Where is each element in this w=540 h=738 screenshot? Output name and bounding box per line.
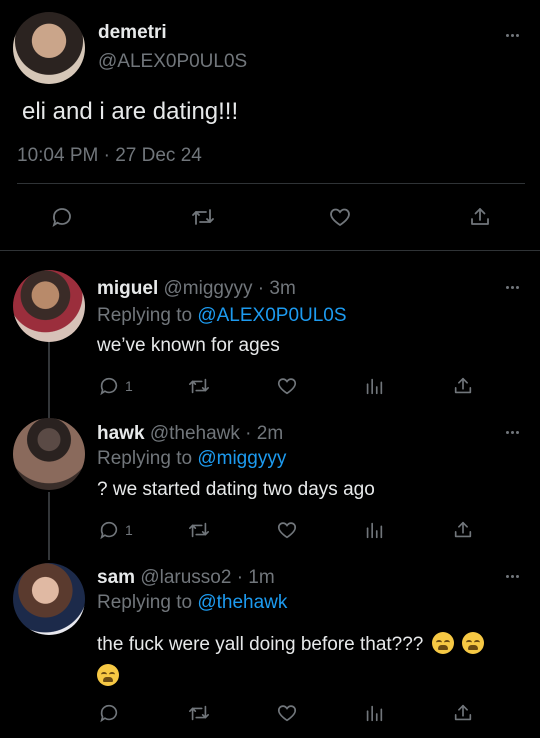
views-icon[interactable] [359,371,389,401]
reply-icon[interactable] [47,202,77,232]
share-icon[interactable] [448,698,478,728]
author-handle[interactable]: @thehawk [150,423,240,444]
replying-to: Replying to @thehawk [97,592,287,614]
reply-text: the fuck were yall doing before that??? [97,634,424,655]
reply-header: sam @larusso2 · 1m [97,567,275,589]
author-name[interactable]: hawk [97,423,145,444]
reply-text: we’ve known for ages [97,335,280,356]
avatar[interactable] [13,270,85,342]
reply-header: hawk @thehawk · 2m [97,423,283,445]
retweet-icon[interactable] [184,515,214,545]
share-icon[interactable] [448,515,478,545]
replying-to-handle[interactable]: @miggyyy [197,448,286,469]
replying-to-handle[interactable]: @ALEX0P0UL0S [197,305,346,326]
author-name[interactable]: demetri [98,22,167,44]
loudly-crying-face-emoji [97,664,119,686]
replying-to-label: Replying to [97,305,193,326]
thread-line [48,492,50,560]
replying-to-handle[interactable]: @thehawk [197,592,287,613]
reply-icon[interactable] [94,698,124,728]
replying-to: Replying to @ALEX0P0UL0S [97,305,347,327]
reply-text: ? we started dating two days ago [97,479,375,500]
timestamp[interactable]: 10:04 PM · 27 Dec 24 [17,145,202,167]
author-handle[interactable]: @miggyyy [164,278,253,299]
avatar[interactable] [13,418,85,490]
reply-body: the fuck were yall doing before that??? [97,629,517,693]
divider [0,250,540,251]
avatar[interactable] [13,12,85,84]
heart-icon[interactable] [272,515,302,545]
retweet-icon[interactable] [184,698,214,728]
divider [17,183,525,184]
share-icon[interactable] [448,371,478,401]
author-name[interactable]: miguel [97,278,158,299]
retweet-icon[interactable] [188,202,218,232]
heart-icon[interactable] [272,371,302,401]
thread-line [48,342,50,418]
tweet-text: eli and i are dating!!! [22,98,239,125]
reply-icon[interactable] [94,515,124,545]
reply-icon[interactable] [94,371,124,401]
reply-header: miguel @miggyyy · 3m [97,278,296,300]
loudly-crying-face-emoji [431,632,454,654]
views-icon[interactable] [359,515,389,545]
author-handle[interactable]: @ALEX0P0UL0S [98,51,247,73]
reply-time: · 3m [257,278,296,299]
share-icon[interactable] [465,202,495,232]
more-icon[interactable] [500,569,524,583]
reply-time: · 1m [236,567,275,588]
avatar[interactable] [13,563,85,635]
reply-time: · 2m [245,423,284,444]
reply-count: 1 [125,378,133,394]
loudly-crying-face-emoji [461,632,484,654]
more-icon[interactable] [500,280,524,294]
replying-to: Replying to @miggyyy [97,448,286,470]
author-name[interactable]: sam [97,567,135,588]
heart-icon[interactable] [272,698,302,728]
author-handle[interactable]: @larusso2 [140,567,231,588]
more-icon[interactable] [500,425,524,439]
replying-to-label: Replying to [97,592,193,613]
more-icon[interactable] [500,28,524,42]
views-icon[interactable] [359,698,389,728]
replying-to-label: Replying to [97,448,193,469]
retweet-icon[interactable] [184,371,214,401]
heart-icon[interactable] [325,202,355,232]
reply-count: 1 [125,522,133,538]
